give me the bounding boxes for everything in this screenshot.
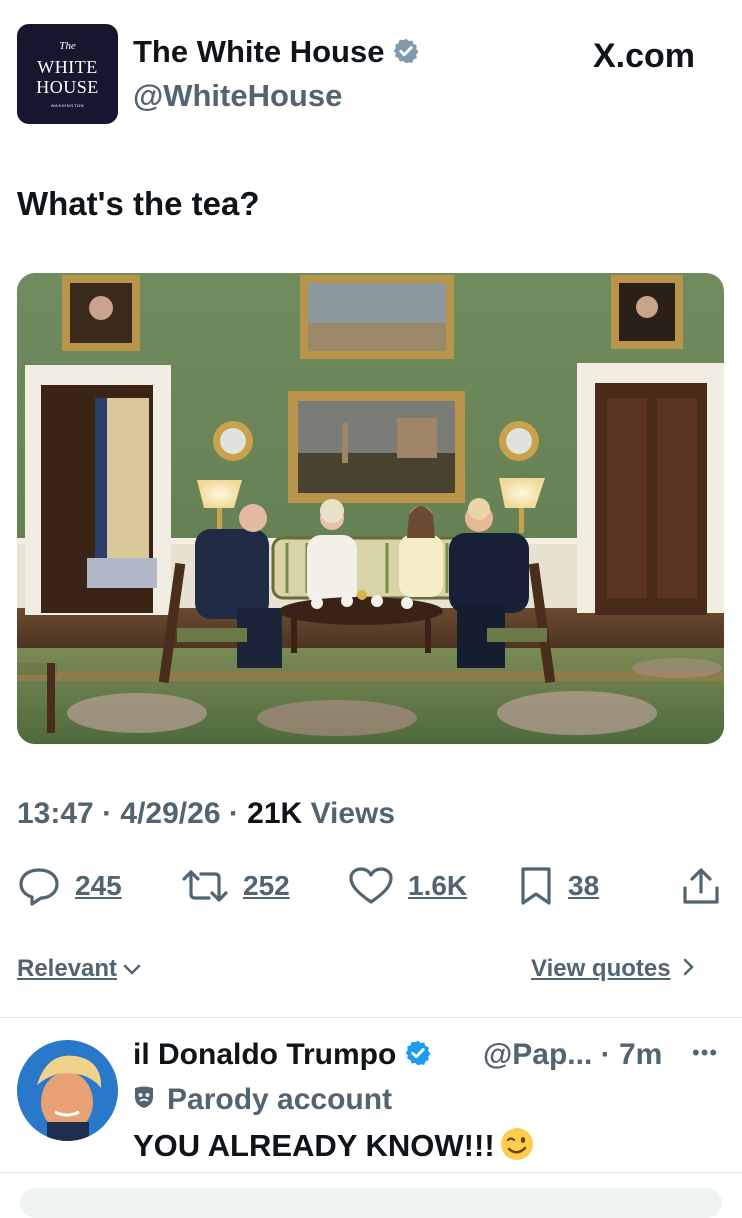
- avatar-text-the: The: [59, 40, 76, 52]
- repost-icon: [181, 866, 229, 906]
- heart-icon: [348, 866, 394, 906]
- views-count: 21K: [247, 797, 303, 830]
- sort-dropdown[interactable]: Relevant: [17, 955, 141, 983]
- more-options-icon[interactable]: •••: [692, 1040, 718, 1066]
- author-name[interactable]: The White House: [133, 34, 384, 69]
- tweet-text: What's the tea?: [17, 185, 260, 222]
- next-item-bar[interactable]: [20, 1188, 722, 1218]
- bookmark-action[interactable]: 38: [518, 864, 599, 908]
- view-quotes-link[interactable]: View quotes: [531, 955, 695, 983]
- verified-badge-icon: [404, 1039, 432, 1077]
- avatar-text-washington: WASHINGTON: [50, 103, 85, 108]
- parody-mask-icon: [133, 1081, 155, 1119]
- chevron-right-icon: [683, 955, 695, 983]
- reply-count[interactable]: 245: [75, 870, 122, 902]
- share-action[interactable]: [681, 864, 721, 908]
- divider: [0, 1172, 742, 1173]
- views-label: Views: [310, 797, 396, 830]
- meta-separator: ·: [228, 797, 248, 830]
- reply-icon: [17, 866, 61, 906]
- winking-face-icon: [499, 1126, 535, 1172]
- reply-author-row[interactable]: il Donaldo Trumpo: [133, 1036, 432, 1077]
- author-name-row[interactable]: The White House: [133, 33, 420, 74]
- repost-action[interactable]: 252: [181, 864, 290, 908]
- chevron-down-icon: [123, 955, 141, 983]
- bookmark-count[interactable]: 38: [568, 870, 599, 902]
- bookmark-icon: [518, 866, 554, 906]
- reply-handle-time[interactable]: @Pap... · 7m: [483, 1036, 662, 1074]
- sort-label[interactable]: Relevant: [17, 955, 117, 983]
- like-count[interactable]: 1.6K: [408, 870, 467, 902]
- divider: [0, 1017, 742, 1018]
- tweet-time: 13:47: [17, 797, 94, 830]
- author-handle[interactable]: @WhiteHouse: [133, 77, 342, 115]
- parody-text: Parody account: [167, 1083, 393, 1116]
- view-quotes-label[interactable]: View quotes: [531, 955, 671, 983]
- tweet-meta: 13:47 · 4/29/26 · 21K Views: [17, 795, 395, 833]
- repost-count[interactable]: 252: [243, 870, 290, 902]
- meta-separator: ·: [102, 797, 121, 830]
- reply-text: YOU ALREADY KNOW!!!: [133, 1128, 495, 1163]
- tweet-date: 4/29/26: [120, 797, 221, 830]
- avatar-text-house: HOUSE: [36, 77, 99, 97]
- parody-label: Parody account: [133, 1081, 392, 1119]
- like-action[interactable]: 1.6K: [348, 864, 467, 908]
- site-label[interactable]: X.com: [593, 36, 695, 76]
- tweet-photo[interactable]: [17, 273, 724, 744]
- verified-badge-icon: [392, 36, 420, 74]
- share-icon: [681, 866, 721, 906]
- reply-text-row: YOU ALREADY KNOW!!!: [133, 1126, 535, 1172]
- reply-author-name[interactable]: il Donaldo Trumpo: [133, 1038, 396, 1071]
- author-avatar[interactable]: The WHITE HOUSE WASHINGTON: [17, 24, 118, 124]
- reply-avatar[interactable]: [17, 1040, 118, 1141]
- reply-action[interactable]: 245: [17, 864, 122, 908]
- avatar-text-white: WHITE: [37, 57, 98, 77]
